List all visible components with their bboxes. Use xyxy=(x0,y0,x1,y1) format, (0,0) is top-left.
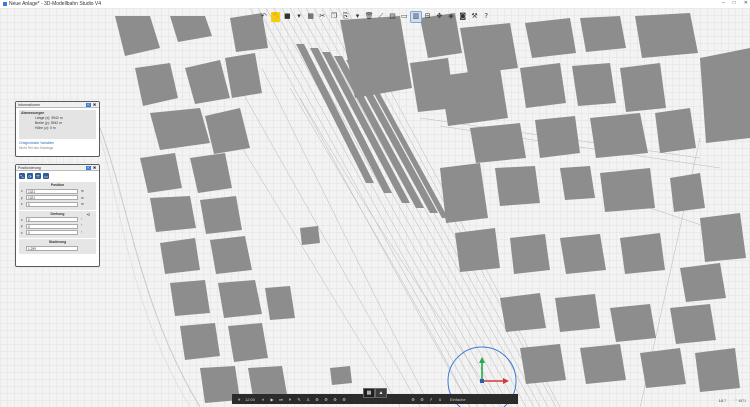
city-map xyxy=(94,8,750,407)
window-controls: – □ ✕ xyxy=(722,0,748,6)
information-panel-header: Informationen ⇱ ✖ xyxy=(16,102,99,108)
pin-icon[interactable]: ⇱ xyxy=(86,165,91,170)
window-title: Neue Anlage* - 3D-Modellbahn Studio V4 xyxy=(9,1,102,7)
positioning-panel: Positionierung ⇱ ✖ ⤡ ⟳ ⤧ ▭ Position x 13… xyxy=(15,164,100,267)
skip-icon[interactable]: ⏭ xyxy=(278,397,284,402)
floppy-icon[interactable]: ■ xyxy=(282,12,292,22)
dropdown-icon[interactable]: ▾ xyxy=(294,12,304,22)
scale-tool-icon[interactable]: ⤡ xyxy=(19,173,25,179)
gear-icon-2[interactable]: ⚙ xyxy=(419,397,425,402)
camera-icon[interactable]: ◙ xyxy=(458,12,468,22)
track-icon[interactable]: ⟋ xyxy=(376,12,386,22)
unit-label: m xyxy=(81,189,84,194)
layers-icon[interactable]: ▤ xyxy=(388,12,398,22)
settings-icon-2[interactable]: ⚙ xyxy=(323,397,329,402)
rotation-z-row: z 0 ° xyxy=(21,230,94,237)
speed-mode[interactable]: Einfache xyxy=(450,397,466,402)
rotation-x-field[interactable]: 0 xyxy=(26,217,78,223)
rotate-tool-icon[interactable]: ⟳ xyxy=(27,173,33,179)
clock-time[interactable]: 12:00 xyxy=(245,397,257,402)
tools-icon[interactable]: ⚒ xyxy=(470,12,480,22)
pause-icon[interactable]: ⏸ xyxy=(260,397,266,402)
position-y-field[interactable]: 1321 xyxy=(26,195,78,201)
scale-group: Skalierung 1,299 xyxy=(19,239,96,254)
bounds-tool-icon[interactable]: ▭ xyxy=(43,173,49,179)
grid-icon[interactable]: ▦ xyxy=(306,12,316,22)
positioning-panel-title: Positionierung xyxy=(18,165,41,170)
unit-label: ° xyxy=(81,217,83,222)
unit-label: m xyxy=(81,195,84,200)
sun-icon[interactable]: ☀ xyxy=(236,397,242,402)
step-icon[interactable]: ⏵ xyxy=(287,397,293,402)
function-icon[interactable]: 𝑓 xyxy=(428,397,434,402)
split-icon[interactable]: ⊟ xyxy=(423,12,433,22)
position-z-row: z 0 m xyxy=(21,201,94,208)
rotation-group: Drehung ⟲ x 0 ° y 0 ° z 0 ° xyxy=(19,210,96,238)
move-tool-icon[interactable]: ⤧ xyxy=(35,173,41,179)
unit-label: ° xyxy=(81,224,83,229)
position-group: Position x 1321 m y 1321 m z 0 m xyxy=(19,182,96,210)
help-icon[interactable]: ? xyxy=(481,12,491,22)
rotation-y-field[interactable]: 0 xyxy=(26,223,78,229)
layer-icon[interactable]: ◈ xyxy=(446,12,456,22)
view-mode-toggle: ▦ ▲ xyxy=(363,388,387,398)
scale-row: 1,299 xyxy=(21,245,94,252)
settings-icon-4[interactable]: ⚙ xyxy=(341,397,347,402)
pin-icon[interactable]: ⇱ xyxy=(86,102,91,107)
undo-icon[interactable]: ↶ xyxy=(259,12,269,22)
3d-view-button[interactable]: ▲ xyxy=(375,388,387,398)
scissors-icon[interactable]: ✂ xyxy=(318,12,328,22)
close-icon[interactable]: ✖ xyxy=(92,165,97,170)
information-panel-title: Informationen xyxy=(18,102,40,107)
edit-icon[interactable]: ✎ xyxy=(296,397,302,402)
transform-tools: ⤡ ⟳ ⤧ ▭ xyxy=(16,171,99,181)
map-scale: 1:8.7 xyxy=(718,399,726,403)
gear-icon-1[interactable]: ⚙ xyxy=(410,397,416,402)
dimension-height: Höhe (z): 0 m xyxy=(35,126,56,130)
minimize-button[interactable]: – xyxy=(722,0,725,6)
info-icon[interactable]: ℹ xyxy=(437,397,443,402)
application-window: Neue Anlage* - 3D-Modellbahn Studio V4 –… xyxy=(0,0,750,407)
settings-icon-1[interactable]: ⚙ xyxy=(314,397,320,402)
information-panel: Informationen ⇱ ✖ Abmessungen Länge (x):… xyxy=(15,101,100,157)
scale-field[interactable]: 1,299 xyxy=(26,245,78,251)
rotation-z-field[interactable]: 0 xyxy=(26,230,78,236)
dropdown-icon-2[interactable]: ▾ xyxy=(353,12,363,22)
dimensions-section: Abmessungen Länge (x): 3942 m Breite (y)… xyxy=(19,110,96,139)
unit-label: m xyxy=(81,202,84,207)
maximize-button[interactable]: □ xyxy=(733,0,736,6)
corner-readout: ⌃ 4871 xyxy=(734,399,746,403)
dimensions-title: Abmessungen xyxy=(21,111,45,115)
pointer-icon[interactable]: ✋ xyxy=(270,11,281,22)
app-icon xyxy=(3,2,7,6)
catalog-note: Nicht Teil des Katalogs xyxy=(19,145,54,150)
anchor-icon[interactable]: ⚓ xyxy=(305,397,311,402)
terrain-icon[interactable]: ▭ xyxy=(399,12,409,22)
catalog-icon[interactable]: ▥ xyxy=(410,10,422,23)
copy-icon[interactable]: ❐ xyxy=(329,12,339,22)
position-x-field[interactable]: 1321 xyxy=(26,188,78,194)
close-button[interactable]: ✕ xyxy=(744,0,748,6)
settings-icon-3[interactable]: ⚙ xyxy=(332,397,338,402)
move-icon[interactable]: ✥ xyxy=(435,12,445,22)
play-icon[interactable]: ▶ xyxy=(269,397,275,402)
close-icon[interactable]: ✖ xyxy=(92,102,97,107)
trash-icon[interactable]: 🗑 xyxy=(364,12,374,22)
reset-rotation-icon[interactable]: ⟲ xyxy=(87,212,90,217)
title-bar: Neue Anlage* - 3D-Modellbahn Studio V4 –… xyxy=(0,0,750,8)
unit-label: ° xyxy=(81,230,83,235)
paste-icon[interactable]: ⎘ xyxy=(341,12,351,22)
main-toolbar: ↶ ✋ ■ ▾ ▦ ✂ ❐ ⎘ ▾ 🗑 ⟋ ▤ ▭ ▥ ⊟ ✥ ◈ ◙ ⚒? xyxy=(259,10,491,23)
position-z-field[interactable]: 0 xyxy=(26,201,78,207)
2d-view-button[interactable]: ▦ xyxy=(363,388,375,398)
map-canvas[interactable] xyxy=(0,8,750,407)
